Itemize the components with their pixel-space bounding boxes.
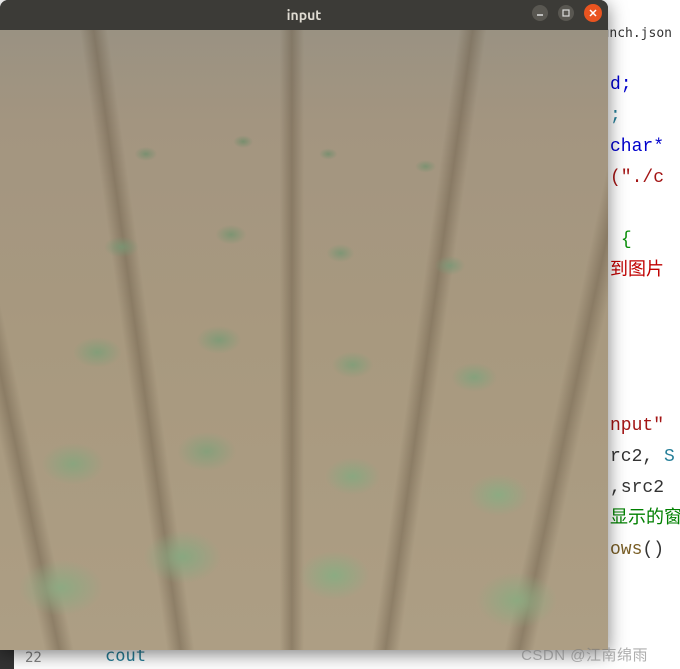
watermark-text: CSDN @江南绵雨 — [521, 644, 648, 665]
code-frag: { — [621, 230, 632, 250]
code-area[interactable]: d; ; char* ("./c { 到图片 nput" rc2, S ,src… — [600, 70, 680, 566]
window-title: input — [287, 7, 322, 23]
close-button[interactable] — [584, 4, 602, 22]
code-frag: rc2, — [610, 447, 664, 467]
maximize-button[interactable] — [558, 5, 574, 21]
minimize-button[interactable] — [532, 5, 548, 21]
code-frag: char* — [610, 137, 664, 157]
code-frag: nput" — [610, 416, 664, 436]
displayed-image — [0, 30, 608, 650]
titlebar[interactable]: input — [0, 0, 608, 30]
image-viewer-window: input — [0, 0, 608, 650]
code-frag: ("./c — [610, 168, 664, 188]
code-frag: 到图片 — [610, 261, 664, 281]
code-frag: ows — [610, 540, 642, 560]
line-number: 22 — [25, 650, 42, 666]
code-frag: S — [664, 447, 675, 467]
code-frag: () — [642, 540, 664, 560]
window-controls — [532, 4, 602, 22]
code-frag: 显示的窗 — [610, 509, 680, 529]
code-frag: ,src2 — [610, 478, 664, 498]
code-frag: d; — [610, 75, 632, 95]
code-frag: ; — [610, 106, 621, 126]
image-canvas — [0, 30, 608, 650]
